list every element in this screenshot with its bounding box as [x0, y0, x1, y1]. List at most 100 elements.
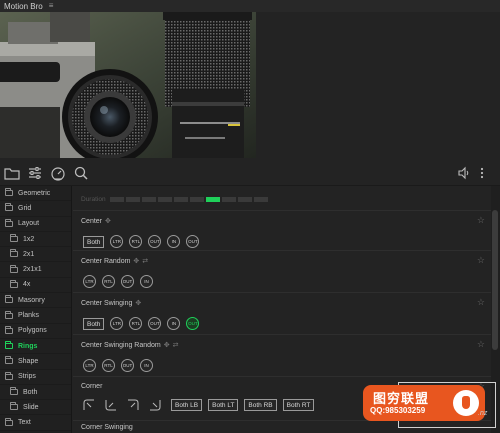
sidebar-item-label: 2x1x1: [23, 266, 42, 274]
favorite-star-icon[interactable]: ☆: [477, 255, 485, 266]
watermark-badge: 图穷联盟 QQ:985303259: [363, 385, 485, 421]
duration-segment[interactable]: [237, 197, 252, 202]
sidebar-item-text[interactable]: Text: [0, 415, 71, 431]
sidebar-item-label: Polygons: [18, 327, 47, 335]
sidebar-item-both[interactable]: Both: [0, 385, 71, 401]
favorite-star-icon[interactable]: ☆: [477, 339, 485, 350]
preset-both-button[interactable]: Both: [83, 235, 105, 248]
corner-both-rt-button[interactable]: Both RT: [282, 399, 315, 411]
volume-icon[interactable]: [456, 165, 472, 181]
sidebar-item-label: 2x1: [23, 250, 35, 258]
sidebar-item-planks[interactable]: Planks: [0, 308, 71, 324]
sidebar-item-shape[interactable]: Shape: [0, 354, 71, 370]
group-title: Center Random: [81, 257, 131, 265]
sidebar-item-masonry[interactable]: Masonry: [0, 293, 71, 309]
corner-rt-icon[interactable]: [149, 399, 161, 411]
sidebar-item-label: Slide: [23, 403, 39, 411]
folder-icon: [10, 387, 18, 395]
preset-out-button[interactable]: OUT: [148, 317, 162, 330]
preset-rtl-button[interactable]: RTL: [102, 359, 115, 372]
corner-rb-icon[interactable]: [127, 399, 139, 411]
more-vertical-icon[interactable]: [474, 165, 490, 181]
watermark-qq: QQ:985303259: [370, 406, 426, 415]
preset-both-button[interactable]: Both: [83, 317, 105, 330]
hamburger-icon[interactable]: ≡: [49, 2, 54, 10]
corner-both-lt-button[interactable]: Both LT: [208, 399, 239, 411]
sidebar-item-slide[interactable]: Slide: [0, 400, 71, 416]
preset-in-button[interactable]: IN: [167, 235, 181, 248]
sidebar-item-label: 4x: [23, 281, 31, 289]
group-title: Center Swinging Random: [81, 341, 161, 349]
preset-ltr-button[interactable]: LTR: [83, 275, 96, 288]
preset-out-button[interactable]: OUT: [148, 235, 162, 248]
scrollbar-thumb[interactable]: [492, 210, 498, 350]
duration-segment[interactable]: [221, 197, 236, 202]
duration-segment-active[interactable]: [205, 197, 220, 202]
favorite-star-icon[interactable]: ☆: [477, 215, 485, 226]
sidebar-item-label: Geometric: [18, 189, 51, 197]
sidebar-item-strips[interactable]: Strips: [0, 370, 71, 385]
flame-logo-icon: [453, 390, 479, 416]
sidebar-item-label: Both: [23, 388, 38, 396]
sidebar-item-label: Shape: [18, 357, 39, 365]
duration-segment[interactable]: [141, 197, 156, 202]
folder-icon: [10, 279, 18, 288]
preset-ltr-button[interactable]: LTR: [83, 359, 96, 372]
folder-icon[interactable]: [4, 165, 20, 181]
preset-in-button[interactable]: IN: [167, 317, 181, 330]
watermark-suffix: .nz: [478, 410, 488, 417]
duration-segment[interactable]: [173, 197, 188, 202]
duration-segment[interactable]: [189, 197, 204, 202]
preset-ltr-button[interactable]: LTR: [110, 235, 124, 248]
sidebar-item-label: Layout: [18, 220, 40, 228]
corner-lt-icon[interactable]: [105, 399, 117, 411]
group-title: Corner Swinging: [81, 424, 133, 431]
preset-in-button[interactable]: IN: [140, 359, 153, 372]
duration-label: Duration: [81, 196, 106, 203]
sidebar-item-polygons[interactable]: Polygons: [0, 324, 71, 339]
folder-icon: [10, 264, 18, 273]
preset-ltr-button[interactable]: LTR: [110, 317, 124, 330]
preset-in-button[interactable]: IN: [140, 275, 153, 288]
sidebar-item-geometric[interactable]: Geometric: [0, 186, 71, 202]
shuffle-icon: ⇄: [172, 342, 179, 349]
duration-segment[interactable]: [125, 197, 140, 202]
sidebar-item-rings[interactable]: Rings: [0, 339, 71, 355]
search-icon[interactable]: [73, 165, 89, 181]
crosshair-icon: ✥: [133, 258, 140, 265]
preset-rtl-button[interactable]: RTL: [129, 235, 143, 248]
duration-segment[interactable]: [157, 197, 172, 202]
corner-both-lb-button[interactable]: Both LB: [171, 399, 203, 411]
sidebar-item-4x[interactable]: 4x: [0, 278, 71, 294]
group-title: Center: [81, 217, 103, 225]
corner-lb-icon[interactable]: [83, 399, 95, 411]
folder-icon: [5, 295, 13, 304]
favorite-star-icon[interactable]: ☆: [477, 297, 485, 308]
sliders-icon[interactable]: [27, 165, 43, 181]
sidebar-item-layout[interactable]: Layout: [0, 217, 71, 232]
preset-rtl-button[interactable]: RTL: [129, 317, 143, 330]
shuffle-icon: ⇄: [142, 258, 149, 265]
preset-out-button[interactable]: OUT: [121, 275, 134, 288]
folder-icon: [10, 402, 18, 411]
preset-out-button-selected[interactable]: OUT: [186, 317, 200, 330]
sidebar-item-grid[interactable]: Grid: [0, 201, 71, 217]
folder-icon: [5, 325, 13, 334]
duration-selector: Duration: [81, 196, 270, 203]
preset-rtl-button[interactable]: RTL: [102, 275, 115, 288]
folder-icon: [5, 203, 13, 212]
sidebar-item-1x2[interactable]: 1x2: [0, 232, 71, 248]
preset-group-center-swinging: Center Swinging ✥ ☆ Both LTR RTL OUT IN O…: [73, 292, 491, 337]
sidebar-item-2x1x1[interactable]: 2x1x1: [0, 262, 71, 278]
folder-icon: [10, 234, 18, 243]
duration-segment[interactable]: [253, 197, 268, 202]
speedometer-icon[interactable]: [50, 165, 66, 181]
preset-out-button[interactable]: OUT: [186, 235, 200, 248]
sidebar-item-2x1[interactable]: 2x1: [0, 247, 71, 263]
folder-icon: [5, 356, 13, 365]
preview-image: [0, 12, 256, 158]
duration-segment[interactable]: [109, 197, 124, 202]
preset-out-button[interactable]: OUT: [121, 359, 134, 372]
corner-both-rb-button[interactable]: Both RB: [244, 399, 277, 411]
sidebar-item-label: 1x2: [23, 235, 35, 243]
